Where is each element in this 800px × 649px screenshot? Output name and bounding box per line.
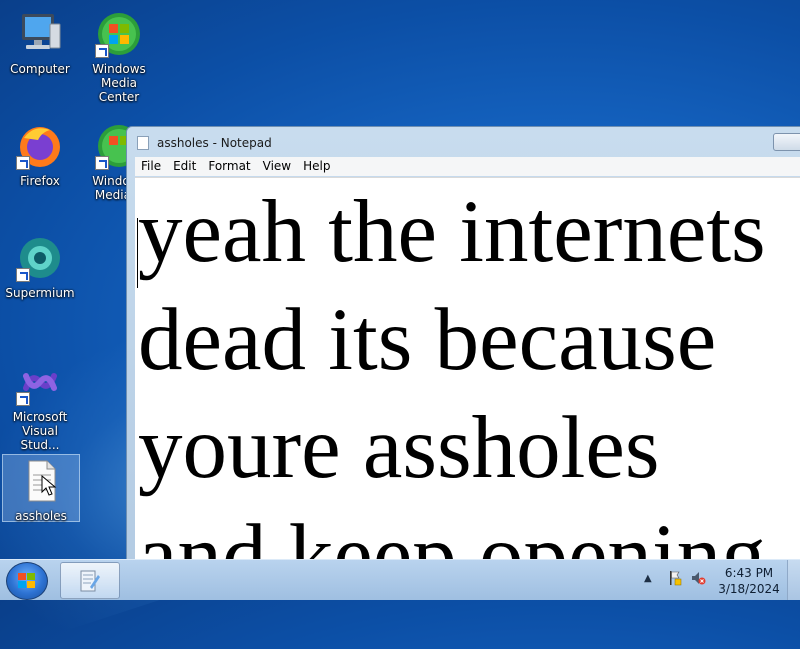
menu-help[interactable]: Help: [297, 157, 336, 173]
clock-time: 6:43 PM: [724, 566, 774, 580]
notepad-window[interactable]: assholes - Notepad File Edit Format View Hel…: [126, 126, 800, 566]
clock-date: 3/18/2024: [718, 582, 780, 596]
menu-bar: File Edit Format View Help: [135, 157, 800, 176]
menu-view[interactable]: View: [257, 157, 297, 173]
taskbar-notepad-button[interactable]: [60, 562, 120, 599]
menu-edit[interactable]: Edit: [167, 157, 202, 173]
computer-icon: [16, 10, 64, 58]
window-title: assholes - Notepad: [157, 136, 272, 150]
supermium-icon: [16, 234, 64, 282]
volume-muted-icon[interactable]: [690, 570, 706, 586]
desktop-icon-label: Microsoft Visual Stud...: [12, 410, 68, 452]
shortcut-arrow-icon: [16, 268, 30, 282]
action-center-flag-icon[interactable]: [668, 570, 682, 586]
editor-text: yeah the internets dead its because your…: [138, 183, 766, 565]
shortcut-arrow-icon: [95, 44, 109, 58]
start-button[interactable]: [6, 562, 48, 600]
windows-logo-icon: [18, 573, 36, 589]
desktop-icon-label: Computer: [10, 62, 70, 76]
window-control-button[interactable]: [773, 133, 800, 151]
desktop-icon-label: Supermium: [5, 286, 75, 300]
taskbar: ▲ 6:43 PM 3/18/2024: [0, 559, 800, 600]
windows-media-center-icon: [95, 10, 143, 58]
notepad-icon: [137, 136, 149, 150]
text-file-icon: [17, 457, 65, 505]
system-clock[interactable]: 6:43 PM 3/18/2024: [718, 565, 780, 597]
desktop-icon-label: Windows Media Center: [92, 62, 146, 104]
mouse-cursor-icon: [41, 475, 57, 496]
text-editor[interactable]: yeah the internets dead its because your…: [135, 177, 800, 565]
desktop-icon-label: Firefox: [20, 174, 60, 188]
notepad-icon: [80, 570, 100, 592]
text-caret: [137, 218, 138, 288]
desktop-icon-assholes-file[interactable]: assholes: [2, 454, 80, 523]
title-bar[interactable]: assholes - Notepad: [127, 127, 800, 157]
show-hidden-icons-chevron-icon[interactable]: ▲: [644, 573, 652, 584]
firefox-icon: [16, 122, 64, 170]
desktop-icon-firefox[interactable]: Firefox: [1, 120, 79, 188]
visual-studio-icon: [16, 358, 64, 406]
desktop-icon-computer[interactable]: Computer: [1, 8, 79, 76]
menu-format[interactable]: Format: [202, 157, 256, 173]
desktop-icon-supermium[interactable]: Supermium: [1, 232, 79, 300]
shortcut-arrow-icon: [16, 156, 30, 170]
menu-file[interactable]: File: [135, 157, 167, 173]
desktop-icon-windows-media-center[interactable]: Windows Media Center: [80, 8, 158, 104]
desktop-icon-label: assholes: [15, 509, 67, 523]
shortcut-arrow-icon: [95, 156, 109, 170]
shortcut-arrow-icon: [16, 392, 30, 406]
show-desktop-button[interactable]: [787, 560, 800, 600]
desktop-icon-visual-studio[interactable]: Microsoft Visual Stud...: [1, 356, 79, 452]
